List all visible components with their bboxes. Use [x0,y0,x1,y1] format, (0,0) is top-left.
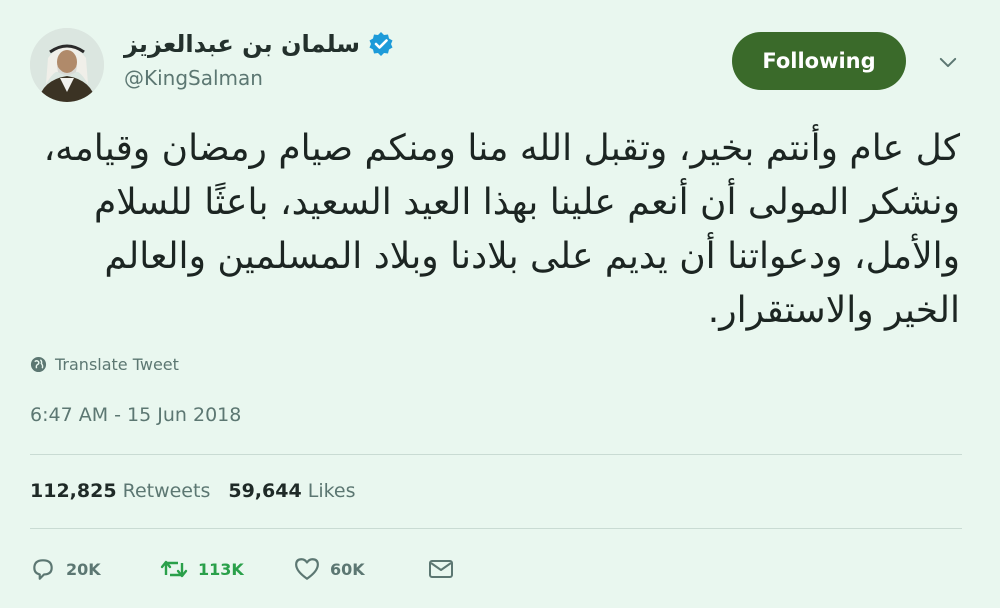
tweet-text-line: والأمل، ودعواتنا أن يديم على بلادنا وبلا… [104,236,960,277]
tweet-text-line: كل عام وأنتم بخير، وتقبل الله منا ومنكم … [43,128,960,169]
retweet-icon [160,560,188,578]
like-count: 60K [330,559,365,579]
retweet-count: 113K [198,559,244,579]
display-name[interactable]: سلمان بن عبدالعزيز [124,30,360,58]
reply-button[interactable]: 20K [30,556,160,582]
translate-tweet-link[interactable]: Translate Tweet [30,355,179,374]
following-button[interactable]: Following [732,32,906,90]
like-button[interactable]: 60K [294,557,428,581]
tweet-text-line: الخير والاستقرار. [707,290,960,331]
user-handle[interactable]: @KingSalman [124,66,394,90]
retweets-label: Retweets [122,480,211,502]
likes-stat[interactable]: 59,644 Likes [228,480,355,502]
verified-badge-icon [368,31,394,57]
user-info: سلمان بن عبدالعزيز @KingSalman [124,30,394,90]
tweet-card: سلمان بن عبدالعزيز @KingSalman Following… [0,0,1000,608]
chevron-down-icon[interactable] [936,50,960,74]
avatar-image [30,28,104,102]
retweet-button[interactable]: 113K [160,557,294,581]
retweets-stat[interactable]: 112,825 Retweets [30,480,210,502]
retweets-count: 112,825 [30,480,117,502]
heart-icon [295,558,319,580]
tweet-text-line: ونشكر المولى أن أنعم علينا بهذا العيد ال… [93,182,960,223]
tweet-stats: 112,825 Retweets 59,644 Likes [30,480,356,502]
tweet-actions: 20K 113K 60K [30,556,454,582]
avatar[interactable] [30,28,104,102]
translate-label: Translate Tweet [55,355,179,374]
divider [30,454,962,455]
divider [30,528,962,529]
likes-label: Likes [307,480,356,502]
direct-message-button[interactable] [428,559,454,579]
globe-icon [30,356,47,373]
likes-count: 59,644 [228,480,302,502]
tweet-timestamp[interactable]: 6:47 AM - 15 Jun 2018 [30,404,241,426]
envelope-icon [429,560,453,578]
reply-count: 20K [66,559,101,579]
reply-icon [33,559,53,580]
tweet-text: كل عام وأنتم بخير، وتقبل الله منا ومنكم … [43,122,960,338]
